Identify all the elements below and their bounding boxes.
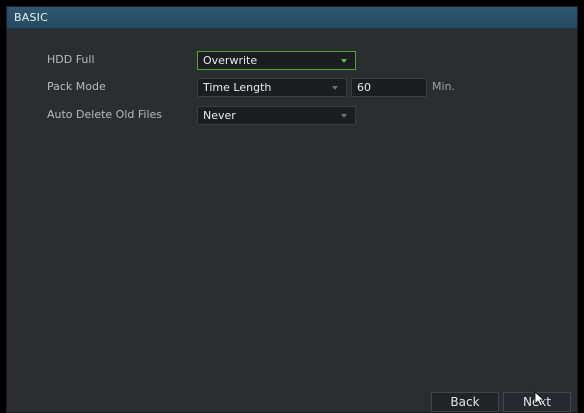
pack-length-value: 60 [357,81,371,94]
chevron-down-icon [341,59,347,63]
pack-length-input[interactable]: 60 [351,78,427,97]
title-bar: BASIC [7,7,577,29]
mouse-pointer-icon [534,391,546,407]
hdd-full-label: HDD Full [47,53,95,66]
auto-delete-select[interactable]: Never [197,106,356,125]
pack-length-unit: Min. [432,80,456,93]
auto-delete-label: Auto Delete Old Files [47,108,163,121]
chevron-down-icon [332,86,338,90]
auto-delete-value: Never [203,109,236,122]
hdd-full-value: Overwrite [203,54,258,67]
back-button[interactable]: Back [431,392,499,412]
chevron-down-icon [341,114,347,118]
screen: BASIC HDD Full Overwrite Pack Mode Time … [0,0,584,413]
hdd-full-select[interactable]: Overwrite [197,51,356,70]
window-title: BASIC [14,11,48,24]
basic-settings-window: BASIC HDD Full Overwrite Pack Mode Time … [6,6,578,413]
pack-mode-value: Time Length [203,81,272,94]
pack-mode-select[interactable]: Time Length [197,78,347,97]
pack-mode-label: Pack Mode [47,80,106,93]
